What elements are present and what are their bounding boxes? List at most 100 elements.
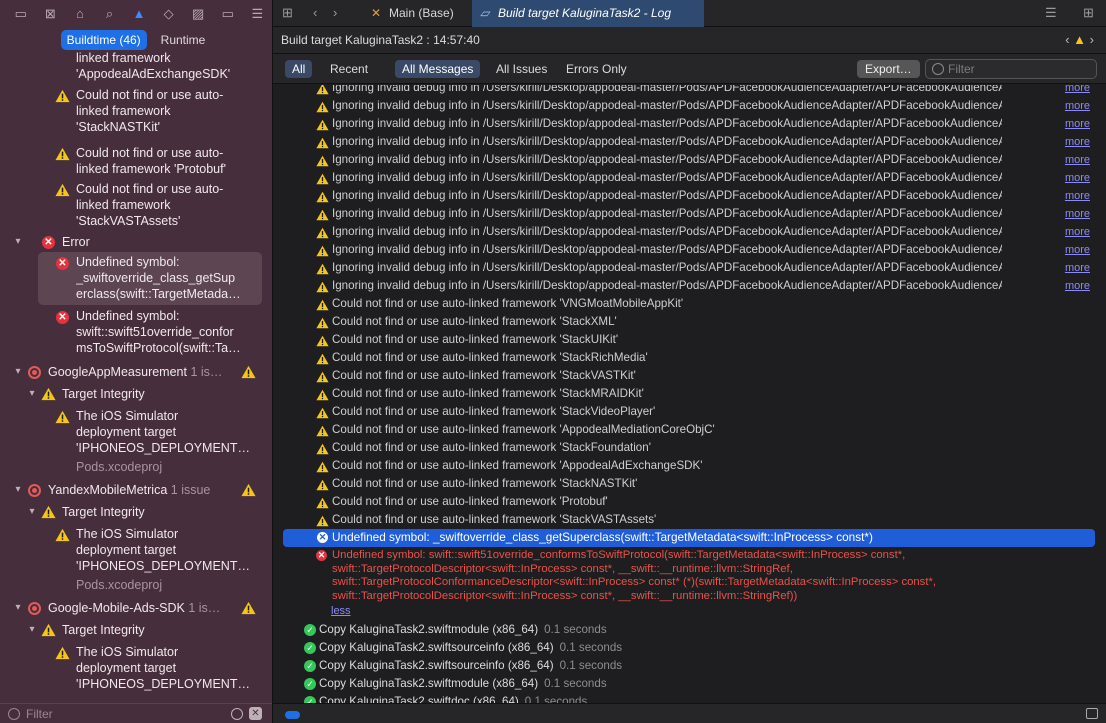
issue-text-line[interactable]: deployment target: [76, 425, 258, 441]
subgroup-label[interactable]: Target Integrity: [62, 387, 145, 401]
log-warning-row[interactable]: Could not find or use auto-linked framew…: [273, 458, 1106, 476]
error-group-label[interactable]: Error: [62, 235, 90, 249]
issue-text-line[interactable]: The iOS Simulator: [76, 409, 258, 425]
issue-text-line[interactable]: _swiftoverride_class_getSup: [76, 271, 258, 287]
log-warning-row[interactable]: Ignoring invalid debug info in /Users/ki…: [273, 116, 1106, 134]
issue-text-line[interactable]: 'StackNASTKit': [76, 120, 258, 136]
filter-all-messages[interactable]: All Messages: [395, 60, 481, 78]
subgroup-label[interactable]: Target Integrity: [62, 505, 145, 519]
next-issue-icon[interactable]: ›: [1090, 32, 1094, 47]
folder-icon[interactable]: ▭: [6, 0, 36, 27]
disclosure-triangle-icon[interactable]: ▾: [26, 388, 38, 399]
issue-text-line[interactable]: Undefined symbol:: [76, 309, 258, 325]
issue-text-line[interactable]: The iOS Simulator: [76, 527, 258, 543]
log-warning-row[interactable]: Could not find or use auto-linked framew…: [273, 386, 1106, 404]
disclosure-triangle-icon[interactable]: ▾: [12, 366, 24, 377]
build-step-row[interactable]: ✓ Copy KaluginaTask2.swiftsourceinfo (x86…: [273, 658, 1106, 676]
more-link[interactable]: more: [1065, 172, 1090, 184]
issue-text-line[interactable]: Could not find or use auto-: [76, 182, 258, 198]
search-icon[interactable]: ⌕: [95, 0, 125, 27]
disclosure-triangle-icon[interactable]: ▾: [12, 236, 24, 247]
issue-icon[interactable]: ▲: [124, 0, 154, 27]
issue-text-line[interactable]: Undefined symbol:: [76, 255, 258, 271]
more-link[interactable]: more: [1065, 100, 1090, 112]
log-warning-row[interactable]: Could not find or use auto-linked framew…: [273, 512, 1106, 530]
issue-text-line[interactable]: Could not find or use auto-: [76, 146, 258, 162]
disclosure-triangle-icon[interactable]: ▾: [12, 484, 24, 495]
source-control-icon[interactable]: ⊠: [36, 0, 66, 27]
log-warning-row[interactable]: Ignoring invalid debug info in /Users/ki…: [273, 278, 1106, 296]
disclosure-triangle-icon[interactable]: ▾: [26, 624, 38, 635]
filter-recent[interactable]: Recent: [323, 60, 375, 78]
tab-build-log[interactable]: ▱ Build target KaluginaTask2 - Log: [472, 0, 704, 27]
log-warning-row[interactable]: Could not find or use auto-linked framew…: [273, 476, 1106, 494]
build-step-row[interactable]: ✓ Copy KaluginaTask2.swiftmodule (x86_64)…: [273, 676, 1106, 694]
issue-text-line[interactable]: deployment target: [76, 543, 258, 559]
less-link[interactable]: less: [331, 605, 351, 617]
breadcrumb[interactable]: Build target KaluginaTask2 : 14:57:40: [281, 33, 480, 47]
selected-error-row[interactable]: ✕ Undefined symbol: _swiftoverride_class_…: [283, 529, 1095, 547]
log-warning-row[interactable]: Could not find or use auto-linked framew…: [273, 332, 1106, 350]
log-warning-row[interactable]: Ignoring invalid debug info in /Users/ki…: [273, 224, 1106, 242]
disclosure-triangle-icon[interactable]: ▾: [12, 602, 24, 613]
issue-text-line[interactable]: 'StackVASTAssets': [76, 214, 258, 230]
issue-text-line[interactable]: deployment target: [76, 661, 258, 677]
forward-icon[interactable]: ›: [333, 5, 337, 20]
log-warning-row[interactable]: Could not find or use auto-linked framew…: [273, 440, 1106, 458]
log-warning-row[interactable]: Ignoring invalid debug info in /Users/ki…: [273, 152, 1106, 170]
more-link[interactable]: more: [1065, 190, 1090, 202]
filter-errors-only[interactable]: Errors Only: [559, 60, 634, 78]
log-warning-row[interactable]: Ignoring invalid debug info in /Users/ki…: [273, 98, 1106, 116]
report-icon[interactable]: ☰: [243, 0, 273, 27]
debug-icon[interactable]: ▨: [183, 0, 213, 27]
issue-text-line[interactable]: 'IPHONEOS_DEPLOYMENT…: [76, 559, 258, 575]
more-link[interactable]: more: [1065, 85, 1090, 94]
filter-all-issues[interactable]: All Issues: [489, 60, 554, 78]
issue-text-line[interactable]: The iOS Simulator: [76, 645, 258, 661]
issue-text-line[interactable]: linked framework: [76, 104, 258, 120]
issue-text-line[interactable]: swift::swift51override_confor: [76, 325, 258, 341]
disclosure-triangle-icon[interactable]: ▾: [26, 506, 38, 517]
panel-toggle-icon[interactable]: [1086, 708, 1098, 719]
log-warning-row[interactable]: Ignoring invalid debug info in /Users/ki…: [273, 260, 1106, 278]
log-warning-row[interactable]: Could not find or use auto-linked framew…: [273, 422, 1106, 440]
subgroup-label[interactable]: Target Integrity: [62, 623, 145, 637]
log-warning-row[interactable]: Could not find or use auto-linked framew…: [273, 404, 1106, 422]
more-link[interactable]: more: [1065, 208, 1090, 220]
log-warning-row[interactable]: Ignoring invalid debug info in /Users/ki…: [273, 170, 1106, 188]
test-icon[interactable]: ◇: [154, 0, 184, 27]
log-warning-row[interactable]: Could not find or use auto-linked framew…: [273, 314, 1106, 332]
issue-text-line[interactable]: erclass(swift::TargetMetada…: [76, 287, 258, 303]
issue-text-line[interactable]: 'IPHONEOS_DEPLOYMENT…: [76, 441, 258, 457]
runtime-tab[interactable]: Runtime: [155, 30, 212, 50]
log-warning-row[interactable]: Ignoring invalid debug info in /Users/ki…: [273, 206, 1106, 224]
build-step-row[interactable]: ✓ Copy KaluginaTask2.swiftdoc (x86_64) 0.1…: [273, 694, 1106, 703]
issue-text-line[interactable]: linked framework: [76, 198, 258, 214]
filter-all[interactable]: All: [285, 60, 313, 78]
more-link[interactable]: more: [1065, 280, 1090, 292]
breakpoint-icon[interactable]: ▭: [213, 0, 243, 27]
previous-issue-icon[interactable]: ‹: [1065, 32, 1069, 47]
more-link[interactable]: more: [1065, 244, 1090, 256]
log-search-field[interactable]: Filter: [925, 59, 1097, 79]
more-link[interactable]: more: [1065, 136, 1090, 148]
add-editor-icon[interactable]: ⊞: [1083, 5, 1094, 21]
log-warning-row[interactable]: Ignoring invalid debug info in /Users/ki…: [273, 242, 1106, 260]
issues-only-filter-icon[interactable]: ✕: [249, 707, 262, 720]
issue-text-line[interactable]: linked framework 'Protobuf': [76, 162, 258, 178]
buildtime-tab[interactable]: Buildtime (46): [60, 30, 147, 50]
log-warning-row[interactable]: Could not find or use auto-linked framew…: [273, 368, 1106, 386]
target-group-label[interactable]: GoogleAppMeasurement 1 is…: [48, 365, 222, 379]
more-link[interactable]: more: [1065, 262, 1090, 274]
target-group-label[interactable]: Google-Mobile-Ads-SDK 1 is…: [48, 601, 220, 615]
expanded-error-message[interactable]: ✕ Undefined symbol: swift::swift51overrid…: [316, 549, 936, 603]
hierarchy-icon[interactable]: ⌂: [65, 0, 95, 27]
more-link[interactable]: more: [1065, 154, 1090, 166]
build-step-row[interactable]: ✓ Copy KaluginaTask2.swiftsourceinfo (x86…: [273, 640, 1106, 658]
log-warning-row[interactable]: Ignoring invalid debug info in /Users/ki…: [273, 188, 1106, 206]
issue-text-line[interactable]: msToSwiftProtocol(swift::Ta…: [76, 341, 258, 357]
back-icon[interactable]: ‹: [313, 5, 317, 20]
tab-main-base[interactable]: ✕ Main (Base): [363, 0, 463, 27]
recent-filter-icon[interactable]: [231, 708, 243, 720]
log-warning-row[interactable]: Could not find or use auto-linked framew…: [273, 494, 1106, 512]
